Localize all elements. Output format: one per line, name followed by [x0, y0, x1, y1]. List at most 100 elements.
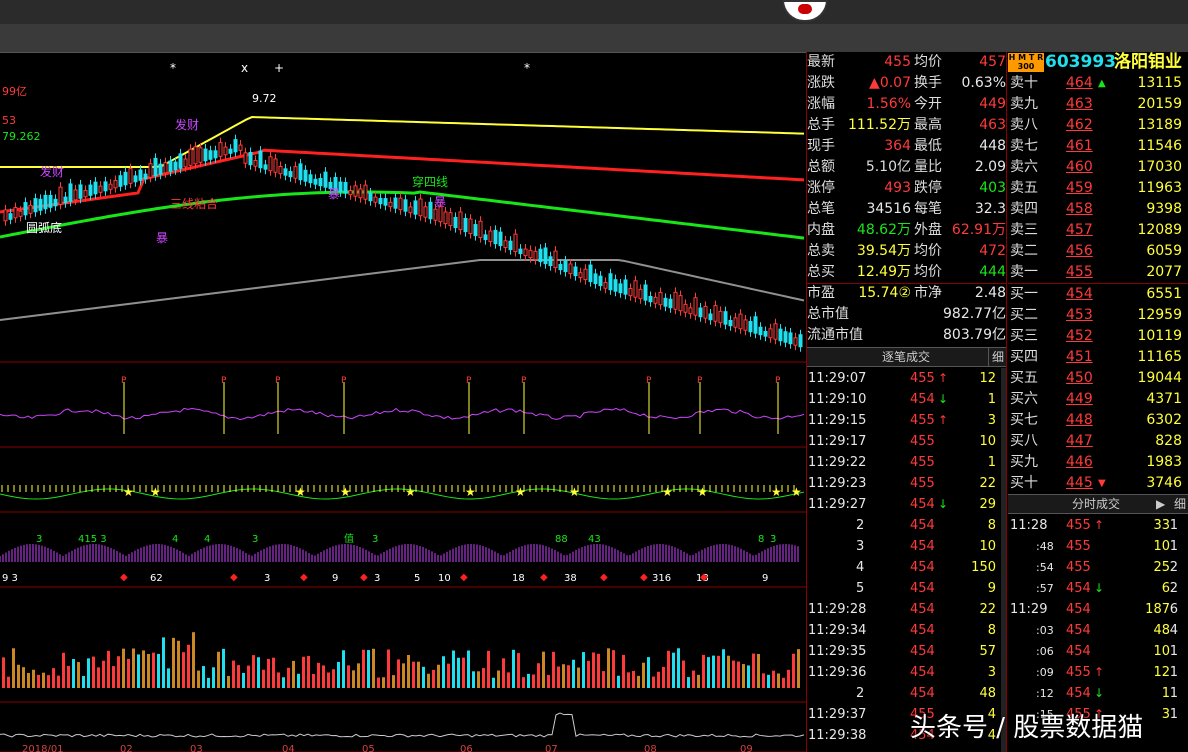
order-book-row[interactable]: 买八 447 828 [1008, 431, 1188, 452]
tick-detail-button[interactable]: 细 [987, 348, 1004, 366]
chart-annotation: 9.72 [252, 92, 277, 105]
tick-time: 4 [856, 560, 865, 575]
secondary-toolbar [0, 24, 1188, 53]
play-icon[interactable]: ▶ [1156, 495, 1165, 513]
order-book-row[interactable]: 卖七 461 11546 [1008, 136, 1188, 157]
quote-value: 1.56% [866, 96, 911, 112]
tick-row: 11:29:07 455 ↑ 12 [806, 368, 1000, 389]
minute-detail-button[interactable]: 细 [1174, 495, 1186, 513]
tick-row: 3 454 10 [806, 536, 1000, 557]
quote-key: 最新 [807, 54, 835, 70]
order-book-row[interactable]: 卖八 462 13189 [1008, 115, 1188, 136]
volume-bar [342, 650, 345, 688]
kline-chart[interactable]: 99亿5379.2629.72发财发财三线粘合圆弧底穿四线暴暴暴* x + *P P P P… [0, 52, 806, 752]
order-price: 463 [1066, 96, 1093, 112]
volume-bar [237, 665, 240, 688]
candle-body [268, 156, 273, 172]
order-level: 买一 [1010, 286, 1038, 302]
order-book-row[interactable]: 买十 445 ▼ 3746 [1008, 473, 1188, 494]
chart-marker: + [274, 61, 284, 75]
order-price: 450 [1066, 370, 1093, 386]
order-book-row[interactable]: 卖三 457 12089 [1008, 220, 1188, 241]
candle-body [353, 185, 358, 197]
quote-value: ▲0.07 [869, 75, 911, 91]
tick-volume: 22 [979, 602, 996, 617]
minute-count: 6 [1169, 602, 1178, 617]
order-book-row[interactable]: 卖九 463 20159 [1008, 94, 1188, 115]
volume-bar [232, 660, 235, 688]
order-book-row[interactable]: 卖十 464 ▲ 13115 [1008, 73, 1188, 94]
tick-volume: 3 [987, 413, 996, 428]
volume-bar [302, 656, 305, 688]
tick-price: 454 [910, 581, 935, 596]
volume-bar [147, 654, 150, 688]
minute-count: 1 [1169, 707, 1178, 722]
order-book-row[interactable]: 卖二 456 6059 [1008, 241, 1188, 262]
indicator-line [0, 488, 805, 500]
candle-body [508, 240, 513, 251]
quote-key2: 最高 [914, 117, 942, 133]
star-icon: ★ [405, 485, 416, 499]
tab-minute-trades[interactable]: 分时成交 ▶ 细 [1008, 494, 1188, 514]
volume-bar [2, 657, 5, 688]
order-volume: 6302 [1146, 412, 1182, 428]
order-price: 452 [1066, 328, 1093, 344]
volume-bar [702, 654, 705, 688]
quote-value2: 448 [979, 138, 1006, 154]
volume-bar [627, 672, 630, 688]
volume-bar [407, 654, 410, 688]
volume-bar [567, 665, 570, 688]
order-book-row[interactable]: 卖四 458 9398 [1008, 199, 1188, 220]
order-book-row[interactable]: 买三 452 10119 [1008, 326, 1188, 347]
candle-body [173, 161, 178, 171]
order-book-row[interactable]: 买四 451 11165 [1008, 347, 1188, 368]
candle-body [578, 272, 583, 279]
quote-value2: 0.63% [961, 75, 1006, 91]
minute-arrow-icon: ↓ [1094, 686, 1105, 700]
candle-body [493, 229, 498, 245]
order-book-row[interactable]: 买九 446 1983 [1008, 452, 1188, 473]
candle-body [558, 263, 563, 271]
volume-bar [32, 669, 35, 688]
volume-bar [597, 653, 600, 688]
order-book-row[interactable]: 买五 450 19044 [1008, 368, 1188, 389]
quote-key: 现手 [807, 138, 835, 154]
candle-body [443, 211, 448, 225]
volume-bar [747, 665, 750, 688]
order-book-row[interactable]: 买一 454 6551 [1008, 284, 1188, 305]
chart-signal-label: 圆弧底 [26, 220, 62, 235]
quote-row: 总买 12.49万 均价 444 [806, 262, 1006, 283]
osc-p-label: P [221, 376, 227, 386]
candle-body [728, 319, 733, 327]
volume-bar [487, 650, 490, 688]
minute-list[interactable]: 11:28 455 ↑ 33 1:48 455 10 1:54 455 25 2:57 454 ↓ 6 2 1… [1008, 515, 1184, 725]
volume-bar [637, 675, 640, 688]
tick-row: 2 454 48 [806, 683, 1000, 704]
order-book-row[interactable]: 卖一 455 2077 [1008, 262, 1188, 283]
order-volume: 6551 [1146, 286, 1182, 302]
minute-price: 455 [1066, 518, 1091, 533]
candle-body [448, 212, 453, 227]
volume-bar [797, 649, 800, 688]
arrow-icon: ▲ [1098, 78, 1106, 89]
order-book-row[interactable]: 买六 449 4371 [1008, 389, 1188, 410]
candle-body [513, 233, 518, 253]
candle-body [33, 198, 38, 213]
minute-row: :12 454 ↓ 1 1 [1008, 683, 1184, 704]
volume-bar [57, 675, 60, 688]
volume-bar [117, 656, 120, 688]
tab-tick-trades[interactable]: 逐笔成交 细 [806, 347, 1006, 367]
order-price: 459 [1066, 180, 1093, 196]
order-book-row[interactable]: 卖五 459 11963 [1008, 178, 1188, 199]
tick-time: 11:29:15 [808, 413, 867, 428]
volume-bar [527, 673, 530, 688]
order-book-row[interactable]: 买七 448 6302 [1008, 410, 1188, 431]
order-book-row[interactable]: 卖六 460 17030 [1008, 157, 1188, 178]
tick-volume: 12 [979, 371, 996, 386]
tick-price: 454 [910, 392, 935, 407]
minute-count: 2 [1169, 560, 1178, 575]
minute-time: :03 [1036, 624, 1054, 637]
tick-list[interactable]: 11:29:07 455 ↑ 12 11:29:10 454 ↓ 1 11:29:15 455 ↑ 3… [806, 368, 1000, 746]
order-book-row[interactable]: 买二 453 12959 [1008, 305, 1188, 326]
volume-bar [157, 653, 160, 688]
